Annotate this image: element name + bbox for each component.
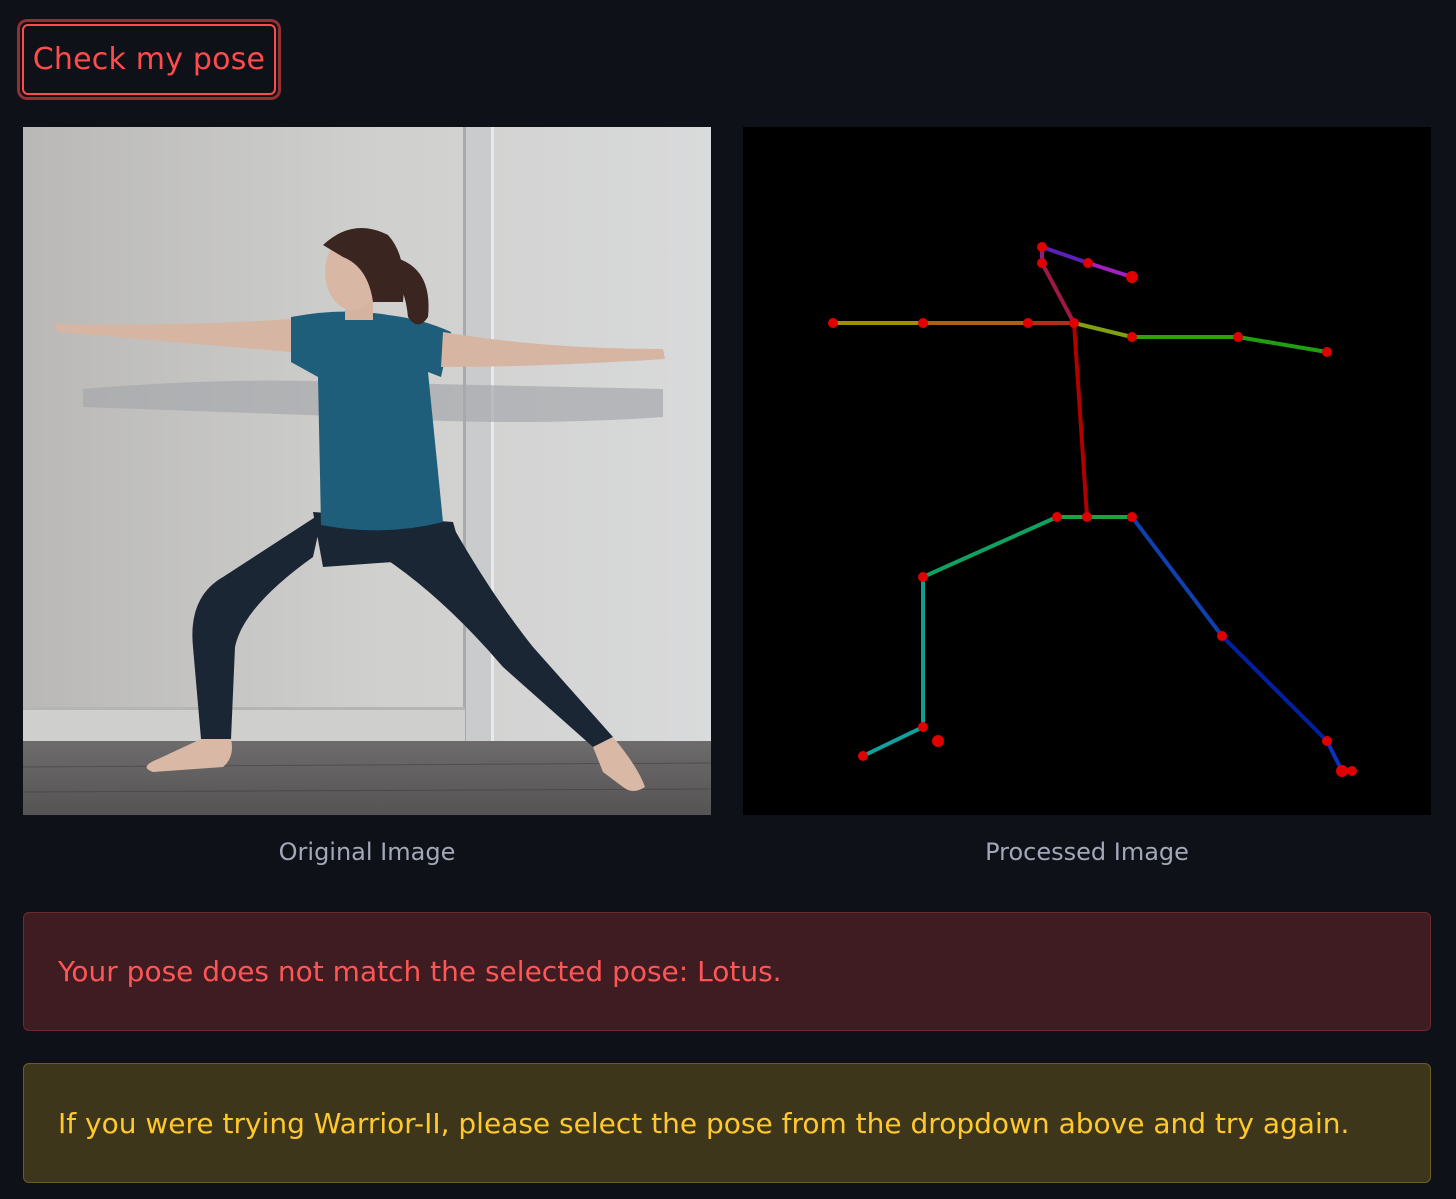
check-my-pose-button[interactable]: Check my pose: [17, 19, 281, 100]
error-alert-text: Your pose does not match the selected po…: [58, 955, 782, 988]
processed-image: [743, 127, 1431, 815]
processed-image-caption: Processed Image: [985, 838, 1189, 866]
warning-alert: If you were trying Warrior-II, please se…: [23, 1063, 1431, 1183]
skeleton-overlay: [743, 127, 1431, 815]
original-image-caption: Original Image: [278, 838, 456, 866]
page: Check my pose Original Image Processed I…: [0, 0, 1456, 1199]
check-my-pose-button-label: Check my pose: [22, 24, 276, 95]
original-image: [23, 127, 711, 815]
warning-alert-text: If you were trying Warrior-II, please se…: [58, 1106, 1350, 1140]
error-alert: Your pose does not match the selected po…: [23, 912, 1431, 1031]
